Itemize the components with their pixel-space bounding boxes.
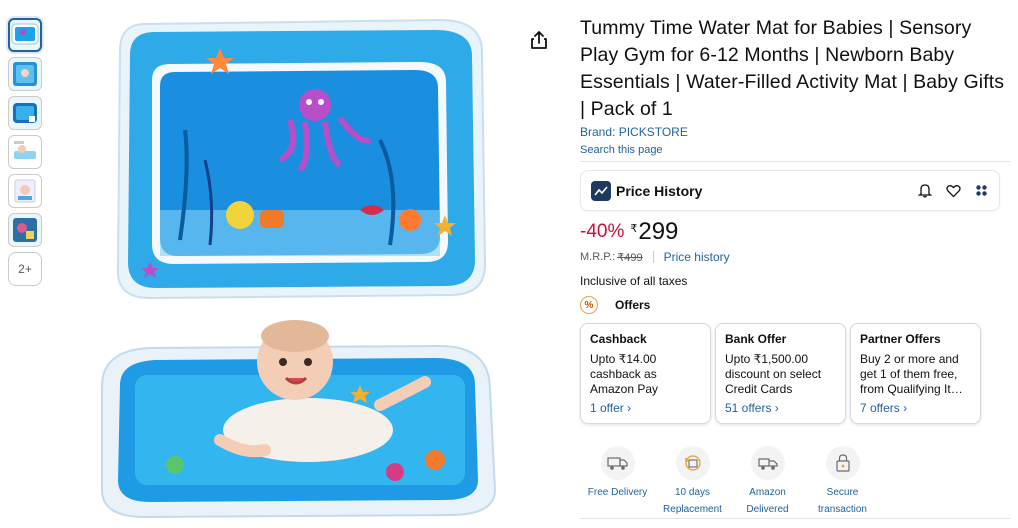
thumbnail-4[interactable]	[8, 135, 42, 169]
search-this-page-link[interactable]: Search this page	[580, 144, 1010, 156]
feature-amazon-delivered[interactable]: Amazon Delivered	[730, 446, 805, 518]
feature-free-delivery[interactable]: Free Delivery	[580, 446, 655, 518]
bell-icon[interactable]	[917, 183, 933, 199]
product-details: Tummy Time Water Mat for Babies | Sensor…	[580, 15, 1010, 518]
feature-label: Free Delivery	[587, 487, 648, 498]
product-title: Tummy Time Water Mat for Babies | Sensor…	[580, 17, 1005, 120]
divider	[580, 161, 1010, 162]
offer-cards: Cashback Upto ₹14.00 cashback as Amazon …	[580, 323, 1010, 424]
offers-label: Offers	[615, 298, 651, 312]
offer-title: Bank Offer	[725, 332, 787, 346]
thumbnail-3[interactable]	[8, 96, 42, 130]
replacement-icon	[675, 446, 710, 480]
more-images-button[interactable]: 2+	[8, 252, 42, 286]
offer-link[interactable]: 1 offer ›	[590, 401, 701, 415]
feature-icons-row: Free Delivery 10 days Replacement Amazon…	[580, 446, 880, 518]
feature-replacement[interactable]: 10 days Replacement	[655, 446, 730, 518]
price-history-logo-icon	[591, 180, 611, 201]
offer-card-cashback[interactable]: Cashback Upto ₹14.00 cashback as Amazon …	[580, 323, 711, 424]
mat-thumb-icon	[11, 23, 39, 45]
thumbnail-2[interactable]	[8, 57, 42, 91]
brand-link[interactable]: Brand: PICKSTORE	[580, 125, 688, 139]
mrp-label: M.R.P.:	[580, 251, 616, 263]
price-history-title: Price History	[616, 182, 703, 199]
offer-card-partner[interactable]: Partner Offers Buy 2 or more and get 1 o…	[850, 323, 981, 424]
mat-thumb-icon	[13, 218, 37, 242]
offer-card-bank[interactable]: Bank Offer Upto ₹1,500.00 discount on se…	[715, 323, 846, 424]
currency-symbol: ₹	[630, 223, 638, 235]
feature-label: Amazon Delivered	[746, 487, 789, 515]
thumbnail-1[interactable]	[8, 18, 42, 52]
truck-icon	[600, 446, 635, 480]
price-amount: 299	[638, 218, 679, 245]
offer-link[interactable]: 51 offers ›	[725, 401, 836, 415]
price-history-widget[interactable]: Price History	[580, 170, 1000, 211]
divider	[580, 518, 1010, 519]
mrp-value: ₹499	[617, 251, 643, 264]
thumbnail-6[interactable]	[8, 213, 42, 247]
mat-thumb-icon	[13, 103, 37, 123]
offers-header: % Offers	[580, 296, 1010, 314]
secure-lock-icon	[825, 446, 860, 480]
feature-label: Secure transaction	[818, 487, 867, 515]
feature-label: 10 days Replacement	[663, 487, 722, 515]
apps-icon[interactable]	[973, 183, 989, 199]
feature-secure-transaction[interactable]: Secure transaction	[805, 446, 880, 518]
share-button[interactable]	[527, 28, 551, 52]
amazon-delivered-icon	[750, 446, 785, 480]
offer-title: Cashback	[590, 332, 647, 346]
offers-percent-icon: %	[580, 296, 598, 314]
thumbnail-5[interactable]	[8, 174, 42, 208]
thumbnail-strip: 2+	[8, 18, 44, 286]
offer-description: Upto ₹1,500.00 discount on select Credit…	[725, 352, 822, 396]
offer-description: Buy 2 or more and get 1 of them free, fr…	[860, 352, 963, 396]
offer-link[interactable]: 7 offers ›	[860, 401, 971, 415]
mat-thumb-icon	[13, 62, 37, 86]
separator	[652, 251, 654, 263]
offer-title: Partner Offers	[860, 332, 941, 346]
mat-thumb-icon	[14, 141, 36, 159]
share-icon	[531, 31, 547, 49]
taxes-note: Inclusive of all taxes	[580, 274, 688, 288]
price-row: -40% ₹ 299	[580, 219, 1010, 249]
heart-icon[interactable]	[945, 183, 961, 199]
price-history-link[interactable]: Price history	[664, 250, 730, 264]
discount-percent: -40%	[580, 221, 625, 242]
mrp-row: M.R.P.: ₹499 Price history	[580, 250, 1010, 264]
main-product-image[interactable]	[90, 10, 510, 523]
mat-thumb-icon	[14, 179, 36, 203]
offer-description: Upto ₹14.00 cashback as Amazon Pay Balan…	[590, 352, 659, 396]
